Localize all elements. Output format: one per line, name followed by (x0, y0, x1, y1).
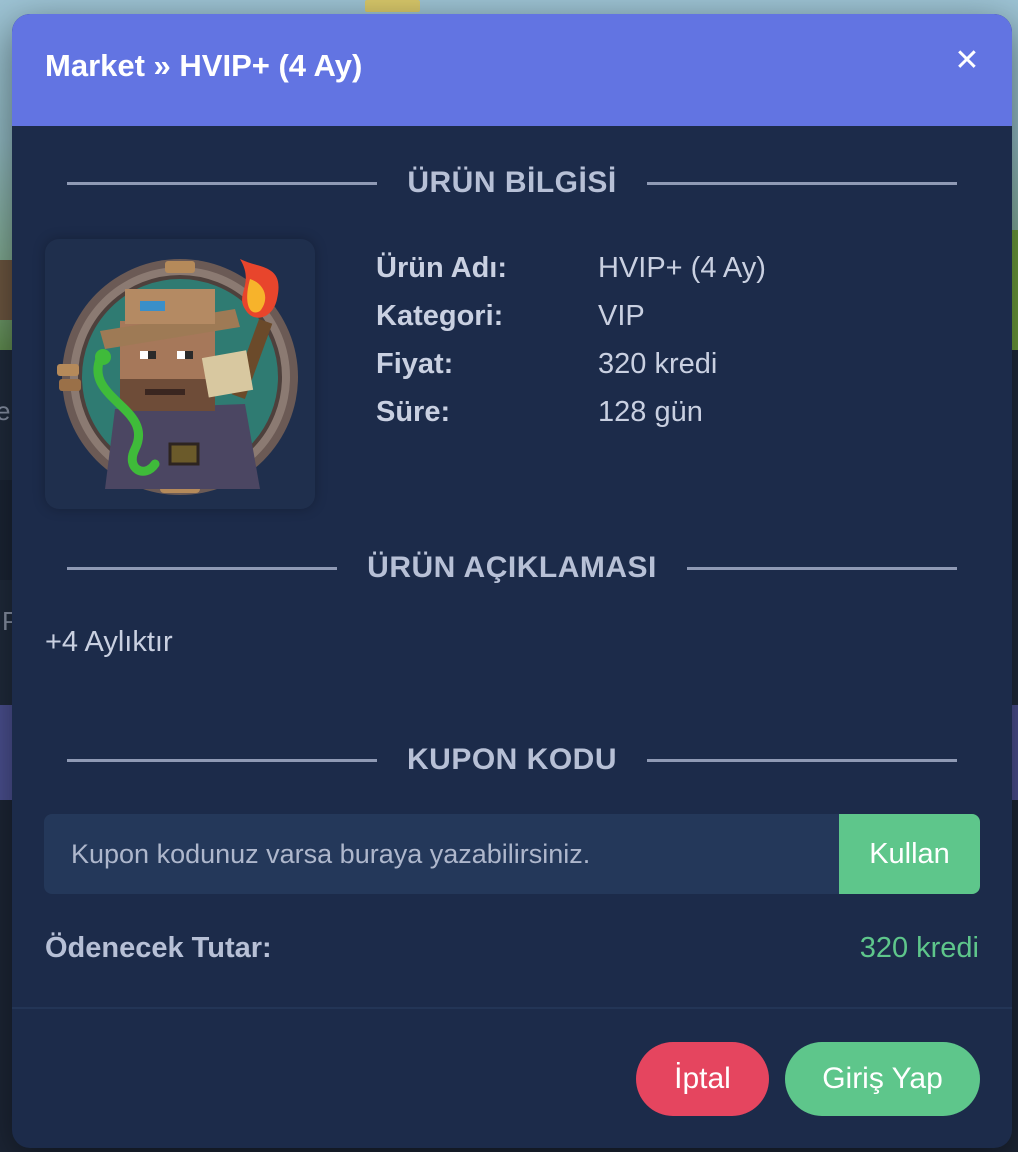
info-value: HVIP+ (4 Ay) (598, 251, 766, 284)
section-title: ÜRÜN BİLGİSİ (407, 166, 617, 199)
info-label: Fiyat: (376, 347, 454, 380)
product-modal: Market » HVIP+ (4 Ay) ✕ ÜRÜN BİLGİSİ Ürü… (12, 14, 1012, 1148)
login-button[interactable]: Giriş Yap (785, 1042, 980, 1116)
coupon-form: Kullan (44, 814, 980, 894)
info-row-price: Fiyat: 320 kredi (376, 340, 766, 388)
modal-header: Market » HVIP+ (4 Ay) ✕ (12, 14, 1012, 126)
info-row-category: Kategori: VIP (376, 292, 766, 340)
info-row-duration: Süre: 128 gün (376, 388, 766, 436)
apply-coupon-button[interactable]: Kullan (839, 814, 980, 894)
divider-line (67, 566, 338, 570)
info-value: 128 gün (598, 395, 703, 428)
section-product-info: ÜRÜN BİLGİSİ (67, 161, 957, 205)
info-row-name: Ürün Adı: HVIP+ (4 Ay) (376, 244, 766, 292)
cancel-button[interactable]: İptal (636, 1042, 769, 1116)
section-title: KUPON KODU (407, 743, 618, 776)
info-label: Kategori: (376, 299, 504, 332)
info-value: VIP (598, 299, 645, 332)
divider-line (686, 566, 958, 570)
divider-line (647, 758, 958, 762)
section-coupon-code: KUPON KODU (67, 738, 958, 782)
info-label: Ürün Adı: (376, 251, 508, 284)
divider-line (67, 758, 377, 762)
backdrop-text-fragment: e (0, 396, 11, 426)
section-product-description: ÜRÜN AÇIKLAMASI (67, 546, 958, 590)
info-label: Süre: (376, 395, 451, 428)
close-icon[interactable]: ✕ (952, 44, 982, 78)
total-value: 320 kredi (859, 932, 979, 964)
coupon-input[interactable] (44, 814, 839, 894)
footer-divider (12, 1007, 1012, 1009)
product-info-table: Ürün Adı: HVIP+ (4 Ay) Kategori: VIP Fiy… (376, 244, 766, 436)
product-description: +4 Aylıktır (45, 626, 173, 658)
modal-title: Market » HVIP+ (4 Ay) (45, 48, 363, 83)
info-value: 320 kredi (598, 347, 718, 380)
divider-line (67, 181, 378, 185)
backdrop-yellow-element (365, 0, 420, 12)
total-label: Ödenecek Tutar: (45, 932, 272, 964)
divider-line (646, 181, 957, 185)
product-image (45, 239, 315, 509)
minecraft-explorer-avatar-icon (57, 259, 298, 495)
section-title: ÜRÜN AÇIKLAMASI (367, 551, 657, 584)
